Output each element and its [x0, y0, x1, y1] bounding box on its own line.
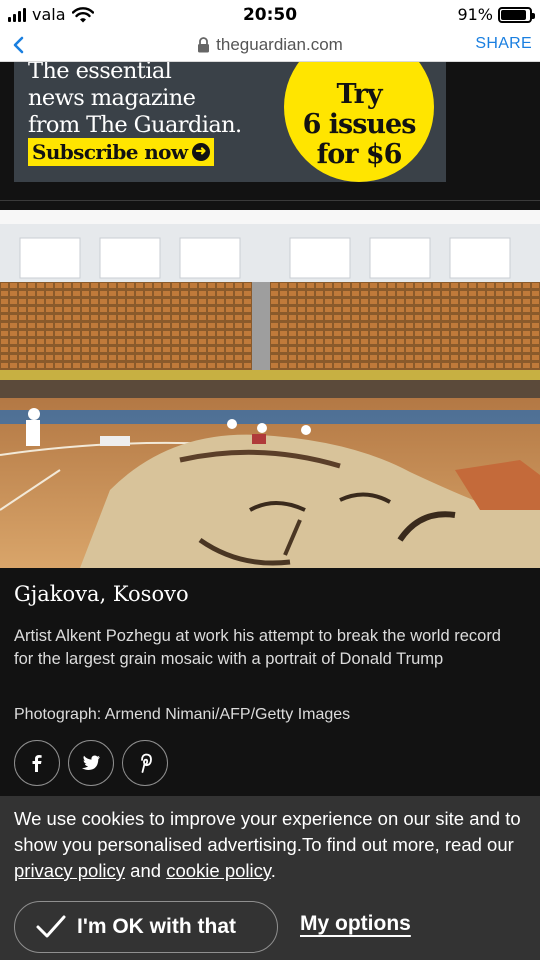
gallery-photo[interactable]: [0, 210, 540, 568]
photo-description: Artist Alkent Pozhegu at work his attemp…: [14, 627, 501, 668]
accept-cookies-label: I'm OK with that: [77, 915, 236, 938]
offer-line-3: for $6: [316, 139, 403, 170]
url-display[interactable]: theguardian.com: [0, 35, 540, 55]
checkmark-icon: [36, 915, 66, 938]
cookie-policy-link[interactable]: cookie policy: [166, 860, 271, 881]
twitter-icon: [82, 755, 100, 770]
offer-line-2: 6 issues: [302, 109, 417, 140]
accept-cookies-button[interactable]: I'm OK with that: [14, 901, 278, 953]
ad-banner[interactable]: The essential news magazine from The Gua…: [14, 62, 446, 182]
battery-icon: [498, 6, 535, 23]
url-text: theguardian.com: [216, 35, 343, 54]
share-icons: [14, 740, 168, 786]
privacy-policy-link[interactable]: privacy policy: [14, 860, 125, 881]
photo-location: Gjakova, Kosovo: [14, 582, 189, 606]
cookie-text-end: .: [270, 860, 276, 881]
photo-caption: Gjakova, Kosovo Artist Alkent Pozhegu at…: [0, 568, 540, 798]
ad-line-1: The essential: [28, 62, 172, 84]
page: vala 20:50 91% theguardian.com SHARE The…: [0, 0, 540, 960]
photo-illustration: [0, 210, 540, 568]
pinterest-share-button[interactable]: [122, 740, 168, 786]
subscribe-label: Subscribe now: [32, 140, 188, 164]
status-right: 91%: [457, 5, 535, 24]
cookie-text-before: We use cookies to improve your experienc…: [14, 808, 521, 855]
my-options-button[interactable]: My options: [300, 912, 411, 936]
cookie-message: We use cookies to improve your experienc…: [14, 806, 529, 884]
cookie-text-and: and: [125, 860, 167, 881]
ad-area: The essential news magazine from The Gua…: [0, 62, 540, 202]
offer-line-1: Try: [336, 79, 382, 110]
share-button[interactable]: SHARE: [475, 35, 532, 53]
offer-text: Try 6 issues for $6: [284, 80, 434, 170]
url-bar: theguardian.com SHARE: [0, 30, 540, 62]
battery-percent: 91%: [457, 5, 493, 24]
ad-line-2: news magazine: [28, 85, 196, 111]
photo-credit: Photograph: Armend Nimani/AFP/Getty Imag…: [14, 706, 351, 723]
battery-fill: [501, 9, 527, 20]
lock-icon: [198, 37, 210, 53]
twitter-share-button[interactable]: [68, 740, 114, 786]
ad-line-3: from The Guardian.: [28, 112, 242, 138]
subscribe-button[interactable]: Subscribe now ➜: [28, 138, 214, 166]
facebook-share-button[interactable]: [14, 740, 60, 786]
arrow-right-icon: ➜: [191, 143, 210, 161]
ad-headline: The essential news magazine from The Gua…: [28, 62, 242, 139]
cookie-banner: We use cookies to improve your experienc…: [0, 796, 540, 960]
status-bar: vala 20:50 91%: [0, 0, 540, 30]
facebook-icon: [32, 755, 42, 772]
divider: [0, 200, 540, 201]
pinterest-icon: [141, 753, 152, 773]
